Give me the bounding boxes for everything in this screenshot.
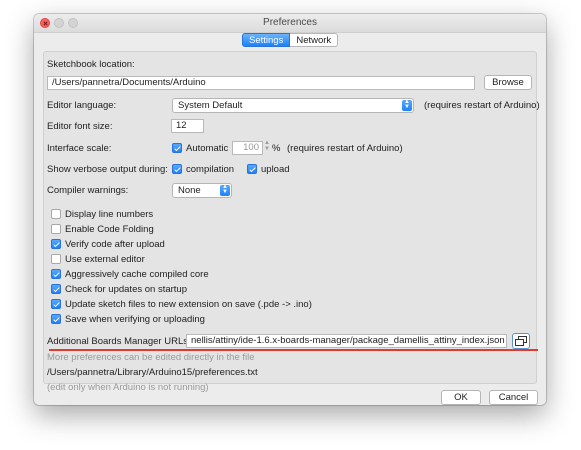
display-line-numbers-checkbox[interactable] [51, 209, 61, 219]
scale-percent-field[interactable]: 100 [232, 141, 263, 155]
sketchbook-path-field[interactable]: /Users/pannetra/Documents/Arduino [47, 76, 475, 90]
edit-hint: (edit only when Arduino is not running) [47, 382, 209, 393]
window-title: Preferences [263, 17, 317, 28]
compiler-warnings-value: None [178, 185, 201, 196]
verify-after-upload-checkbox[interactable] [51, 239, 61, 249]
verbose-compilation-checkbox[interactable] [172, 164, 182, 174]
editor-language-label: Editor language: [47, 100, 117, 111]
check-updates-label: Check for updates on startup [65, 284, 187, 295]
select-arrows-icon: ▲ ▼ [220, 184, 230, 196]
more-preferences-note: More preferences can be edited directly … [47, 352, 255, 363]
font-size-label: Editor font size: [47, 121, 113, 132]
tab-network[interactable]: Network [290, 33, 339, 47]
scale-stepper-icon[interactable]: ▲ ▼ [264, 140, 270, 152]
verify-after-upload-label: Verify code after upload [65, 239, 165, 250]
tab-bar: Settings Network [242, 33, 339, 47]
scale-unit: % [272, 143, 281, 154]
edit-urls-button[interactable] [512, 333, 530, 349]
boards-manager-urls-field[interactable]: nellis/attiny/ide-1.6.x-boards-manager/p… [186, 334, 507, 348]
font-size-field[interactable]: 12 [171, 119, 204, 133]
preferences-window: Preferences Settings Network Sketchbook … [34, 14, 546, 405]
editor-language-note: (requires restart of Arduino) [424, 100, 540, 111]
verbose-compilation-label: compilation [186, 164, 235, 175]
cancel-button[interactable]: Cancel [489, 390, 538, 405]
save-when-verifying-label: Save when verifying or uploading [65, 314, 205, 325]
save-when-verifying-checkbox[interactable] [51, 314, 61, 324]
browse-button[interactable]: Browse [484, 75, 532, 90]
update-sketch-extension-checkbox[interactable] [51, 299, 61, 309]
use-external-editor-label: Use external editor [65, 254, 145, 265]
check-updates-checkbox[interactable] [51, 284, 61, 294]
automatic-scale-label: Automatic [186, 143, 229, 154]
preferences-file-path: /Users/pannetra/Library/Arduino15/prefer… [47, 367, 258, 378]
window-list-icon [515, 336, 527, 346]
tab-settings[interactable]: Settings [242, 33, 291, 47]
verbose-upload-checkbox[interactable] [247, 164, 257, 174]
title-bar: Preferences [34, 14, 546, 33]
settings-panel: Sketchbook location: /Users/pannetra/Doc… [43, 51, 540, 393]
editor-language-value: System Default [178, 100, 243, 111]
verbose-output-label: Show verbose output during: [47, 164, 168, 175]
compiler-warnings-select[interactable]: None ▲ ▼ [172, 183, 232, 198]
use-external-editor-checkbox[interactable] [51, 254, 61, 264]
cache-compiled-core-checkbox[interactable] [51, 269, 61, 279]
ok-button[interactable]: OK [441, 390, 481, 405]
cache-compiled-core-label: Aggressively cache compiled core [65, 269, 209, 280]
update-sketch-extension-label: Update sketch files to new extension on … [65, 299, 312, 310]
select-arrows-icon: ▲ ▼ [402, 99, 412, 111]
boards-manager-label: Additional Boards Manager URLs: [47, 336, 191, 347]
annotation-underline [49, 349, 538, 351]
editor-language-select[interactable]: System Default ▲ ▼ [172, 98, 414, 113]
enable-code-folding-label: Enable Code Folding [65, 224, 154, 235]
sketchbook-label: Sketchbook location: [47, 59, 135, 70]
automatic-scale-checkbox[interactable] [172, 143, 182, 153]
compiler-warnings-label: Compiler warnings: [47, 185, 129, 196]
display-line-numbers-label: Display line numbers [65, 209, 154, 220]
verbose-upload-label: upload [261, 164, 290, 175]
interface-scale-note: (requires restart of Arduino) [287, 143, 403, 154]
enable-code-folding-checkbox[interactable] [51, 224, 61, 234]
interface-scale-label: Interface scale: [47, 143, 112, 154]
